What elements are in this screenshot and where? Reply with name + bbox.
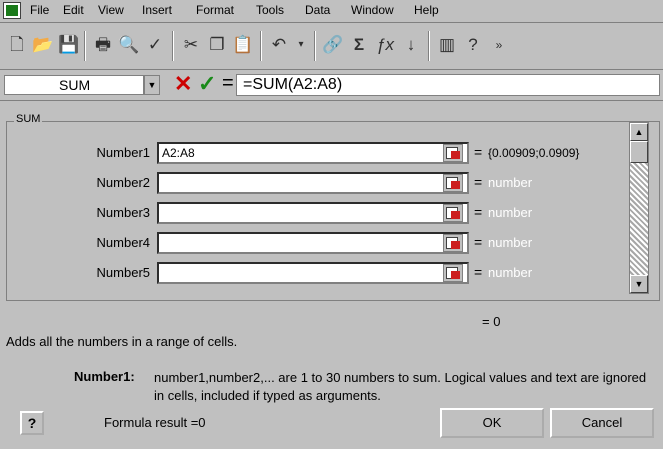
argument-input-number4[interactable] (157, 232, 469, 254)
function-wizard-icon[interactable]: ƒx (372, 32, 398, 58)
menu-edit[interactable]: Edit (63, 3, 84, 17)
cut-icon[interactable]: ✂ (178, 32, 204, 58)
toolbar-separator (260, 31, 262, 61)
toolbar-more-icon[interactable]: » (486, 32, 512, 58)
menu-file[interactable]: File (30, 3, 49, 17)
hyperlink-icon[interactable]: 🔗 (320, 32, 346, 58)
argument-result-number5: number (488, 265, 533, 280)
menu-tools[interactable]: Tools (256, 3, 284, 17)
help-icon[interactable]: ? (460, 32, 486, 58)
menu-insert[interactable]: Insert (142, 3, 172, 17)
print-preview-icon[interactable]: 🔍 (116, 32, 142, 58)
argument-help-name: Number1: (74, 369, 135, 384)
collapse-dialog-icon[interactable] (443, 264, 463, 282)
toolbar-separator (314, 31, 316, 61)
argument-input-number5[interactable] (157, 262, 469, 284)
formula-input[interactable]: =SUM(A2:A8) (236, 74, 660, 96)
enter-formula-icon[interactable]: ✓ (198, 71, 216, 97)
function-arguments-dialog: SUM Number1 A2:A8 = {0.00909;0.0909} Num… (0, 101, 663, 449)
argument-label-number5: Number5 (96, 265, 150, 280)
argument-result-number1: {0.00909;0.0909} (488, 146, 580, 160)
paste-icon[interactable]: 📋 (230, 32, 256, 58)
menu-view[interactable]: View (98, 3, 124, 17)
argument-equals: = (474, 204, 483, 220)
collapse-dialog-icon[interactable] (443, 204, 463, 222)
undo-dropdown-icon[interactable]: ▾ (288, 32, 314, 58)
standard-toolbar: 🗋 📂 💾 🖶 🔍 ✓ ✂ ❐ 📋 ↶ ▾ 🔗 Σ ƒx ↓ ▥ ? » (0, 23, 663, 70)
open-icon[interactable]: 📂 (30, 32, 56, 58)
toolbar-separator (428, 31, 430, 61)
function-total-result: = 0 (482, 314, 501, 329)
sort-ascending-icon[interactable]: ↓ (398, 32, 424, 58)
toolbar-separator (84, 31, 86, 61)
autosum-icon[interactable]: Σ (346, 32, 372, 58)
argument-equals: = (474, 144, 483, 160)
name-box-value: SUM (59, 77, 91, 93)
collapse-dialog-icon[interactable] (443, 174, 463, 192)
menu-format[interactable]: Format (196, 3, 234, 17)
argument-label-number4: Number4 (96, 235, 150, 250)
name-box[interactable]: SUM (4, 75, 144, 95)
function-name-label: SUM (14, 113, 43, 125)
print-icon[interactable]: 🖶 (90, 32, 116, 58)
menu-help[interactable]: Help (414, 3, 439, 17)
argument-label-number1: Number1 (96, 145, 150, 160)
scroll-up-icon[interactable]: ▲ (630, 123, 648, 141)
name-box-dropdown-icon[interactable]: ▼ (144, 75, 160, 95)
formula-bar: SUM ▼ ✕ ✓ = =SUM(A2:A8) (0, 70, 663, 101)
copy-icon[interactable]: ❐ (204, 32, 230, 58)
new-icon[interactable]: 🗋 (4, 32, 30, 58)
menu-bar: File Edit View Insert Format Tools Data … (0, 0, 663, 23)
argument-equals: = (474, 264, 483, 280)
argument-result-number4: number (488, 235, 533, 250)
collapse-dialog-icon[interactable] (443, 234, 463, 252)
argument-result-number2: number (488, 175, 533, 190)
spelling-icon[interactable]: ✓ (142, 32, 168, 58)
ok-button[interactable]: OK (440, 408, 544, 438)
function-description: Adds all the numbers in a range of cells… (6, 334, 238, 349)
arguments-scrollbar[interactable]: ▲ ▼ (629, 122, 649, 294)
scroll-thumb[interactable] (630, 141, 648, 163)
formula-result: Formula result =0 (104, 415, 206, 430)
save-icon[interactable]: 💾 (56, 32, 82, 58)
cancel-button[interactable]: Cancel (550, 408, 654, 438)
chart-wizard-icon[interactable]: ▥ (434, 32, 460, 58)
argument-label-number2: Number2 (96, 175, 150, 190)
scroll-down-icon[interactable]: ▼ (630, 275, 648, 293)
argument-equals: = (474, 234, 483, 250)
help-button[interactable]: ? (20, 411, 44, 435)
menu-window[interactable]: Window (351, 3, 394, 17)
collapse-dialog-icon[interactable] (443, 144, 463, 162)
argument-label-number3: Number3 (96, 205, 150, 220)
argument-input-number1[interactable]: A2:A8 (157, 142, 469, 164)
help-icon: ? (27, 415, 37, 431)
menu-data[interactable]: Data (305, 3, 330, 17)
edit-formula-button[interactable]: = (222, 72, 234, 95)
argument-input-number2[interactable] (157, 172, 469, 194)
cancel-formula-icon[interactable]: ✕ (174, 71, 192, 97)
toolbar-separator (172, 31, 174, 61)
argument-input-number3[interactable] (157, 202, 469, 224)
argument-help-text: number1,number2,... are 1 to 30 numbers … (154, 370, 647, 403)
argument-result-number3: number (488, 205, 533, 220)
excel-app-icon[interactable] (3, 2, 21, 19)
argument-equals: = (474, 174, 483, 190)
